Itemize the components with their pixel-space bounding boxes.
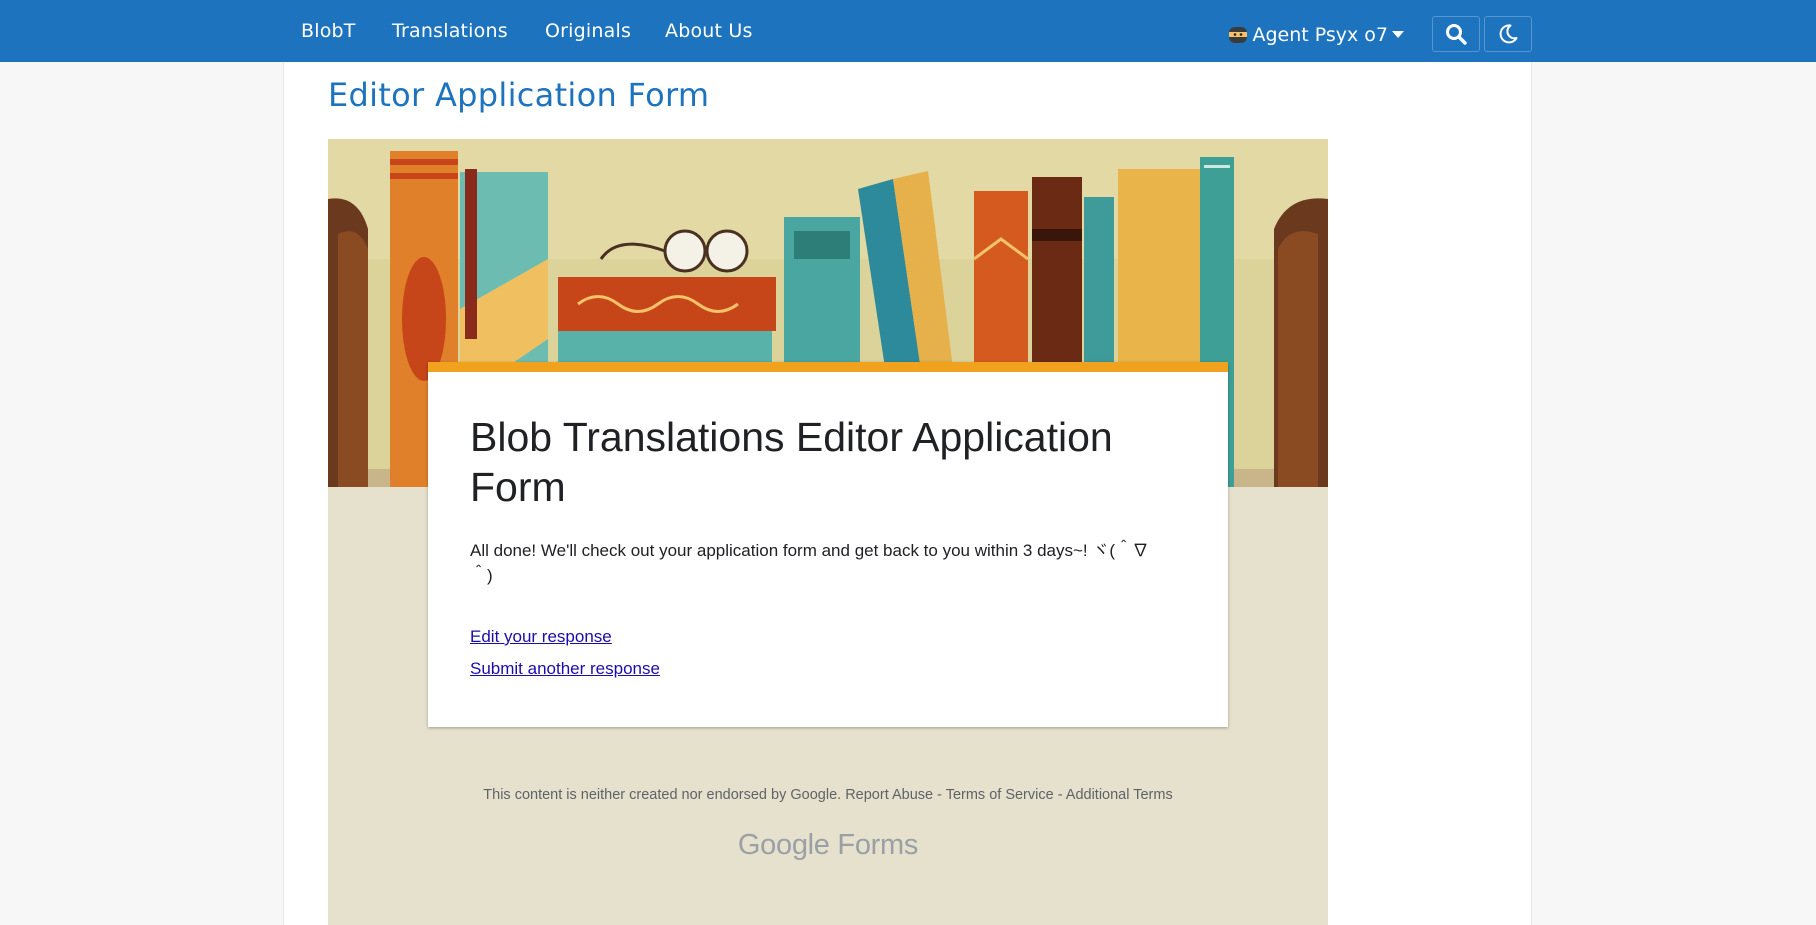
navbar-inner: BlobT Translations Originals About Us Ag… (284, 0, 1532, 62)
edit-response-link[interactable]: Edit your response (470, 627, 612, 647)
report-abuse-link[interactable]: Report Abuse (845, 787, 933, 803)
embedded-google-form: Blob Translations Editor Application For… (328, 139, 1328, 925)
google-forms-logo[interactable]: Google Forms (328, 829, 1328, 862)
footer-disclaimer-text: This content is neither created nor endo… (483, 787, 842, 803)
form-title: Blob Translations Editor Application For… (470, 414, 1113, 510)
chevron-down-icon (1392, 31, 1404, 38)
user-menu-toggle[interactable]: Agent Psyx o7 (1228, 0, 1404, 70)
ninja-emoji-icon (1229, 27, 1248, 43)
additional-terms-link[interactable]: Additional Terms (1066, 787, 1173, 803)
footer-separator: - (1053, 787, 1066, 803)
nav-link-translations[interactable]: Translations (392, 0, 508, 62)
form-footer-disclaimer: This content is neither created nor endo… (328, 787, 1328, 803)
google-logo-text: Google (737, 829, 830, 861)
search-button[interactable] (1432, 16, 1480, 52)
user-name: Agent Psyx o7 (1252, 24, 1388, 46)
confirmation-message: All done! We'll check out your applicati… (470, 541, 1150, 585)
submit-another-response-link[interactable]: Submit another response (470, 659, 660, 679)
main-content: Editor Application Form Blob Translation… (283, 62, 1532, 925)
moon-icon (1499, 24, 1518, 44)
search-icon (1446, 24, 1467, 45)
confirmation-card: Blob Translations Editor Application For… (428, 362, 1228, 727)
nav-link-about-us[interactable]: About Us (665, 0, 753, 62)
page-title: Editor Application Form (328, 76, 710, 114)
theme-toggle-button[interactable] (1484, 16, 1532, 52)
terms-of-service-link[interactable]: Terms of Service (946, 787, 1054, 803)
top-navbar: BlobT Translations Originals About Us Ag… (0, 0, 1816, 62)
nav-link-blobt[interactable]: BlobT (301, 0, 356, 62)
forms-logo-text: Forms (837, 829, 919, 861)
nav-link-originals[interactable]: Originals (545, 0, 631, 62)
footer-separator: - (933, 787, 946, 803)
